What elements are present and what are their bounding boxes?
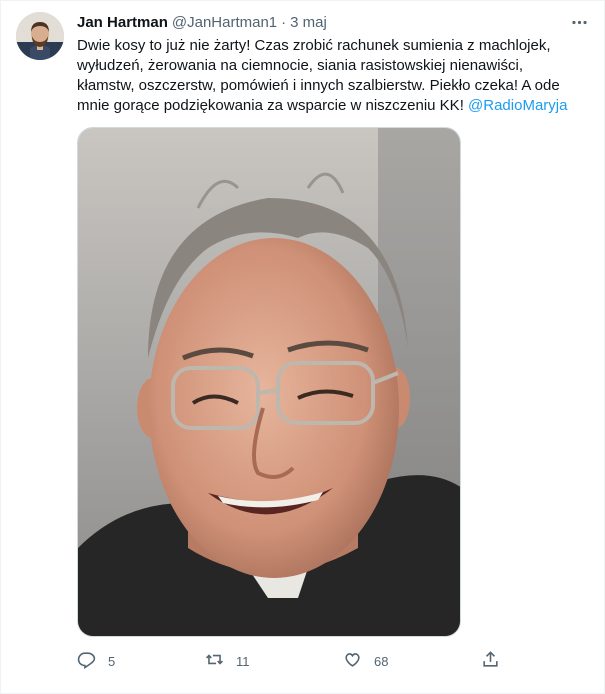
tweet-text-segment: mnie gorące podziękowania za wsparcie w … [77,97,469,114]
retweet-icon [205,650,224,672]
reply-button[interactable]: 5 [77,649,115,673]
share-icon [481,650,500,672]
like-count: 68 [374,653,389,669]
tweet-text-line: mnie gorące podziękowania za wsparcie w … [77,96,587,116]
more-dots-icon[interactable] [568,11,590,33]
tweet-text: Dwie kosy to już nie żarty! Czas zrobić … [77,36,587,116]
tweet[interactable]: Jan Hartman @JanHartman1 · 3 maj Dwie ko… [0,0,605,694]
author-handle[interactable]: @JanHartman1 [172,14,277,31]
mention-link[interactable]: @RadioMaryja [468,97,567,114]
tweet-text-line: Dwie kosy to już nie żarty! Czas zrobić … [77,37,551,54]
heart-icon [343,650,362,672]
reply-count: 5 [108,653,116,669]
tweet-header: Jan Hartman @JanHartman1 · 3 maj [77,12,327,32]
retweet-button[interactable]: 11 [205,649,250,673]
like-button[interactable]: 68 [343,649,388,673]
separator: · [281,13,287,31]
tweet-date[interactable]: 3 maj [290,14,327,31]
tweet-photo[interactable] [77,127,461,637]
author-name[interactable]: Jan Hartman [77,14,168,31]
share-button[interactable] [481,649,500,673]
avatar[interactable] [16,12,64,60]
retweet-count: 11 [236,653,250,669]
tweet-text-line: kłamstw, oszczerstw, pomówień i innych s… [77,77,560,94]
tweet-text-line: wyłudzeń, żerowania na ciemnocie, siania… [77,57,524,74]
reply-icon [77,650,96,672]
tweet-actions: 5 11 68 [77,649,507,673]
